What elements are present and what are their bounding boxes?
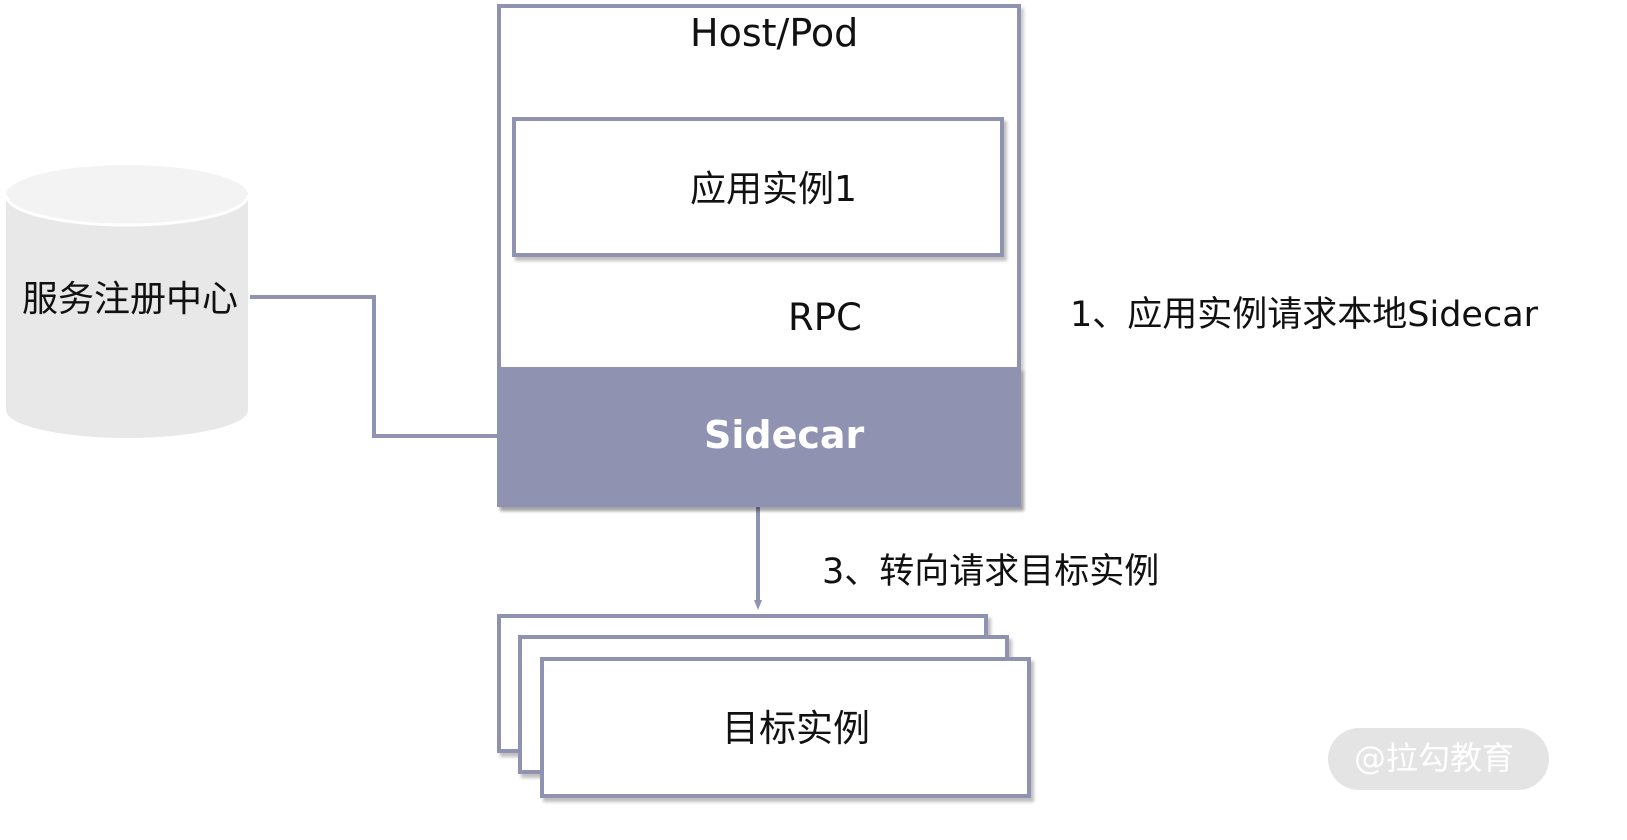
watermark-label: @拉勾教育: [1354, 739, 1515, 777]
host-pod-label: Host/Pod: [690, 11, 859, 55]
registry-label: 服务注册中心: [22, 279, 239, 320]
step1-label: 1、应用实例请求本地Sidecar: [1070, 295, 1539, 335]
registry-connector: [250, 295, 500, 438]
target-instance-label: 目标实例: [722, 707, 870, 750]
sidecar-label: Sidecar: [704, 413, 865, 457]
app-instance-label: 应用实例1: [690, 169, 857, 210]
step3-label: 3、转向请求目标实例: [822, 552, 1160, 592]
rpc-label: RPC: [788, 296, 862, 339]
